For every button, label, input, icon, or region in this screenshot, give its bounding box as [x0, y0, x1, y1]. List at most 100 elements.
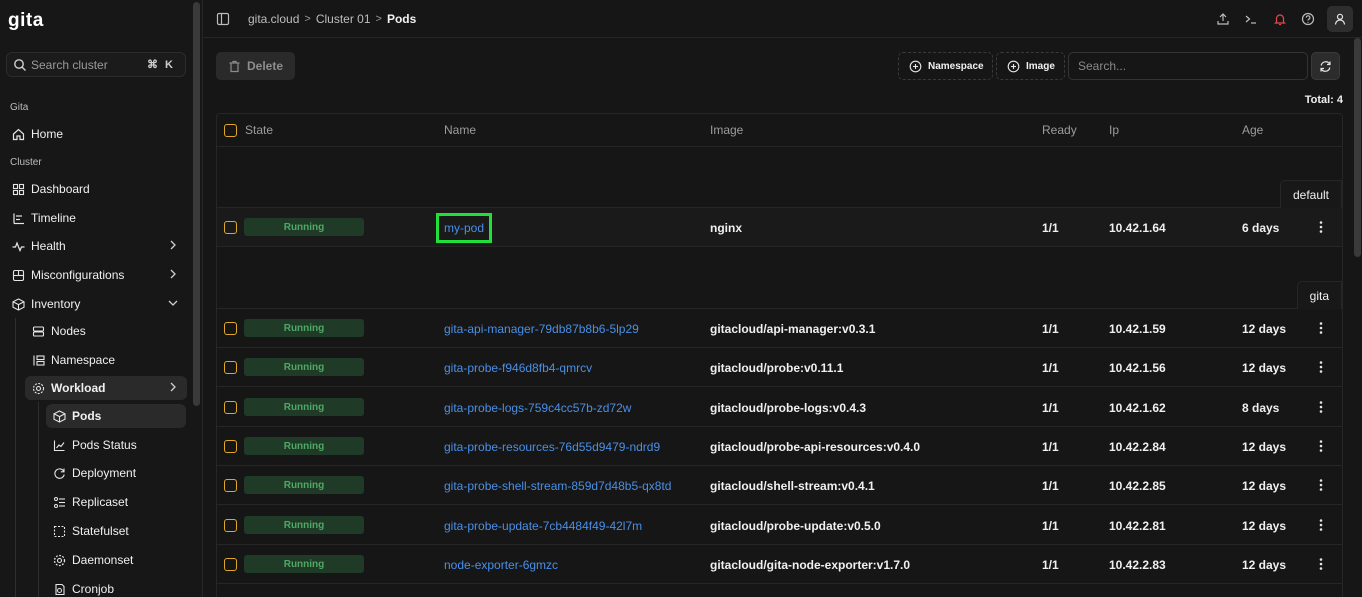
box-icon [11, 297, 25, 311]
pod-name-link[interactable]: gita-probe-f946d8fb4-qmrcv [444, 361, 592, 375]
table-row[interactable]: Running gita-probe-update-7cb4484f49-42l7… [217, 506, 1342, 545]
column-header-image[interactable]: Image [710, 123, 743, 137]
pod-name-link[interactable]: gita-probe-resources-76d55d9479-ndrd9 [444, 440, 660, 454]
table-row[interactable]: Running my-pod nginx 1/1 10.42.1.64 6 da… [217, 208, 1342, 247]
chevron-right-icon: > [304, 13, 311, 25]
sidebar-scrollbar[interactable] [193, 2, 200, 406]
pod-age: 12 days [1242, 440, 1287, 454]
row-checkbox[interactable] [224, 221, 237, 234]
table-row[interactable]: Running gita-api-manager-79db87b8b6-5lp29… [217, 309, 1342, 348]
pods-search-input[interactable] [1068, 52, 1308, 80]
sidebar-item-health[interactable]: Health [5, 234, 187, 258]
row-checkbox[interactable] [224, 361, 237, 374]
column-header-name[interactable]: Name [444, 123, 476, 137]
namespace-filter-button[interactable]: Namespace [898, 52, 993, 80]
cluster-search[interactable]: Search cluster ⌘ K [6, 52, 186, 77]
gita-logo[interactable]: gita [8, 10, 44, 32]
pod-image: nginx [710, 221, 742, 235]
table-row[interactable]: Running gita-probe-logs-759c4cc57b-zd72w g… [217, 388, 1342, 427]
pod-name-link[interactable]: gita-probe-logs-759c4cc57b-zd72w [444, 401, 631, 415]
group-header-default: default [217, 147, 1342, 208]
status-badge: Running [244, 437, 364, 455]
pod-ready: 1/1 [1042, 479, 1059, 493]
select-all-checkbox[interactable] [224, 124, 237, 137]
cog-icon [52, 553, 66, 567]
pod-name-link[interactable]: my-pod [435, 213, 493, 243]
sidebar-item-misconfigurations[interactable]: Misconfigurations [5, 263, 187, 287]
refresh-icon [1319, 60, 1332, 73]
timeline-icon [11, 211, 25, 225]
sidebar-item-label: Home [31, 127, 64, 141]
row-checkbox[interactable] [224, 401, 237, 414]
table-row[interactable]: Running node-exporter-6gmzc gitacloud/gita… [217, 545, 1342, 584]
more-vertical-icon[interactable] [1314, 517, 1328, 533]
delete-button[interactable]: Delete [216, 52, 295, 80]
pod-ip: 10.42.1.59 [1109, 322, 1166, 336]
sidebar-item-statefulset[interactable]: Statefulset [46, 519, 186, 543]
status-badge: Running [244, 358, 364, 376]
pod-ready: 1/1 [1042, 519, 1059, 533]
row-checkbox[interactable] [224, 479, 237, 492]
more-vertical-icon[interactable] [1314, 219, 1328, 235]
terminal-icon[interactable] [1243, 11, 1259, 27]
sidebar-item-home[interactable]: Home [5, 122, 187, 146]
sidebar-item-nodes[interactable]: Nodes [25, 319, 187, 343]
activity-icon [11, 239, 25, 253]
page-scrollbar[interactable] [1354, 38, 1361, 257]
row-checkbox[interactable] [224, 440, 237, 453]
more-vertical-icon[interactable] [1314, 477, 1328, 493]
user-avatar-icon[interactable] [1327, 6, 1353, 32]
sidebar-item-label: Misconfigurations [31, 268, 125, 282]
sidebar-item-cronjob[interactable]: Cronjob [46, 577, 186, 597]
refresh-button[interactable] [1311, 52, 1340, 80]
sidebar-item-deployment[interactable]: Deployment [46, 461, 186, 485]
breadcrumb-item[interactable]: Cluster 01 [316, 12, 371, 26]
sidebar-toggle-icon[interactable] [216, 12, 230, 26]
image-filter-button[interactable]: Image [996, 52, 1065, 80]
namespace-group-tag: default [1279, 180, 1342, 208]
row-checkbox[interactable] [224, 322, 237, 335]
column-header-age[interactable]: Age [1242, 123, 1263, 137]
more-vertical-icon[interactable] [1314, 359, 1328, 375]
chevron-right-icon [167, 268, 179, 280]
breadcrumb: gita.cloud > Cluster 01 > Pods [248, 12, 416, 26]
column-header-ready[interactable]: Ready [1042, 123, 1077, 137]
tree-guide-line [38, 402, 39, 597]
column-header-state[interactable]: State [245, 123, 273, 137]
sidebar-item-dashboard[interactable]: Dashboard [5, 177, 187, 201]
top-header: gita.cloud > Cluster 01 > Pods [203, 0, 1362, 38]
sidebar-item-pods-status[interactable]: Pods Status [46, 433, 186, 457]
pod-ip: 10.42.2.84 [1109, 440, 1166, 454]
help-icon[interactable] [1300, 11, 1316, 27]
more-vertical-icon[interactable] [1314, 556, 1328, 572]
pod-name-link[interactable]: gita-probe-shell-stream-859d7d48b5-qx8td [444, 479, 671, 493]
row-checkbox[interactable] [224, 558, 237, 571]
sidebar-item-namespace[interactable]: Namespace [25, 348, 187, 372]
pod-age: 12 days [1242, 558, 1287, 572]
breadcrumb-item[interactable]: gita.cloud [248, 12, 299, 26]
more-vertical-icon[interactable] [1314, 399, 1328, 415]
pod-image: gitacloud/api-manager:v0.3.1 [710, 322, 876, 336]
pod-name-link[interactable]: node-exporter-6gmzc [444, 558, 558, 572]
pod-name-link[interactable]: gita-probe-update-7cb4484f49-42l7m [444, 519, 642, 533]
pod-image: gitacloud/probe-logs:v0.4.3 [710, 401, 867, 415]
sidebar-item-inventory[interactable]: Inventory [5, 292, 187, 316]
sidebar-item-label: Health [31, 239, 66, 253]
more-vertical-icon[interactable] [1314, 320, 1328, 336]
table-row[interactable]: Running gita-probe-resources-76d55d9479-n… [217, 427, 1342, 466]
bell-icon[interactable] [1272, 11, 1288, 27]
more-vertical-icon[interactable] [1314, 438, 1328, 454]
upload-icon[interactable] [1215, 11, 1231, 27]
pod-ip: 10.42.1.62 [1109, 401, 1166, 415]
pod-ready: 1/1 [1042, 322, 1059, 336]
sidebar-item-timeline[interactable]: Timeline [5, 206, 187, 230]
row-checkbox[interactable] [224, 519, 237, 532]
sidebar-item-replicaset[interactable]: Replicaset [46, 490, 186, 514]
table-row[interactable]: Running gita-probe-shell-stream-859d7d48b… [217, 466, 1342, 505]
table-row[interactable]: Running gita-probe-f946d8fb4-qmrcv gitaclo… [217, 348, 1342, 387]
column-header-ip[interactable]: Ip [1109, 123, 1119, 137]
sidebar-item-workload[interactable]: Workload [25, 376, 187, 400]
pod-name-link[interactable]: gita-api-manager-79db87b8b6-5lp29 [444, 322, 639, 336]
sidebar-item-pods[interactable]: Pods [46, 404, 186, 428]
sidebar-item-daemonset[interactable]: Daemonset [46, 548, 186, 572]
